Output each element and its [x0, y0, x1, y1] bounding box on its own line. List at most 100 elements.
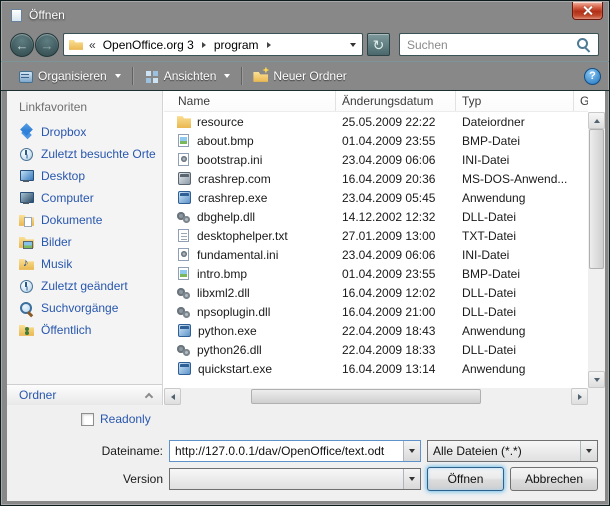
column-header-name[interactable]: Name: [164, 91, 336, 111]
horizontal-scrollbar[interactable]: [164, 388, 588, 405]
scroll-left-button[interactable]: [164, 388, 181, 405]
arrow-left-icon: [171, 394, 175, 400]
file-date: 23.04.2009 06:06: [336, 248, 456, 262]
sidebar-item-icon: [19, 147, 34, 162]
back-button[interactable]: ←: [10, 33, 34, 57]
file-name-cell: fundamental.ini: [164, 248, 336, 262]
filetype-dropdown-button[interactable]: [580, 441, 597, 461]
file-name: crashrep.com: [198, 172, 271, 186]
version-combobox[interactable]: [169, 468, 421, 490]
file-row[interactable]: desktophelper.txt 27.01.2009 13:00 TXT-D…: [164, 226, 588, 245]
scroll-up-button[interactable]: [588, 112, 605, 129]
sidebar-item-icon: [19, 257, 34, 272]
sidebar-item[interactable]: Zuletzt besuchte Orte: [7, 143, 162, 165]
file-date: 01.04.2009 23:55: [336, 134, 456, 148]
column-label: Typ: [462, 94, 481, 108]
open-button[interactable]: Öffnen: [427, 467, 504, 491]
sidebar-item[interactable]: Desktop: [7, 165, 162, 187]
file-type: DLL-Datei: [456, 343, 574, 357]
vertical-scroll-thumb[interactable]: [589, 129, 604, 269]
organize-icon: [18, 69, 33, 84]
file-row[interactable]: resource 25.05.2009 22:22 Dateiordner: [164, 112, 588, 131]
window-icon: [11, 9, 22, 22]
file-type: BMP-Datei: [456, 134, 574, 148]
file-row[interactable]: npsoplugin.dll 16.04.2009 21:00 DLL-Date…: [164, 302, 588, 321]
sidebar-item[interactable]: Musik: [7, 253, 162, 275]
readonly-checkbox[interactable]: [81, 413, 94, 426]
views-button[interactable]: Ansichten: [135, 65, 240, 87]
scroll-down-button[interactable]: [588, 371, 605, 388]
sidebar-item-label: Desktop: [41, 169, 85, 183]
sidebar-item[interactable]: Bilder: [7, 231, 162, 253]
help-button[interactable]: ?: [584, 68, 601, 85]
file-row[interactable]: python26.dll 22.04.2009 18:33 DLL-Datei: [164, 340, 588, 359]
chevron-right-icon[interactable]: [267, 42, 271, 48]
file-row[interactable]: python.exe 22.04.2009 18:43 Anwendung: [164, 321, 588, 340]
column-header-type[interactable]: Typ: [456, 91, 574, 111]
search-input[interactable]: [407, 38, 577, 52]
filename-combobox[interactable]: http://127.0.0.1/dav/OpenOffice/text.odt: [169, 440, 421, 462]
file-icon: [178, 267, 189, 280]
file-row[interactable]: dbghelp.dll 14.12.2002 12:32 DLL-Datei: [164, 207, 588, 226]
sidebar-item[interactable]: Computer: [7, 187, 162, 209]
file-name-cell: about.bmp: [164, 134, 336, 148]
file-rows: resource 25.05.2009 22:22 Dateiordner ab…: [164, 112, 588, 388]
forward-button[interactable]: →: [35, 33, 59, 57]
file-row[interactable]: fundamental.ini 23.04.2009 06:06 INI-Dat…: [164, 245, 588, 264]
file-row[interactable]: crashrep.com 16.04.2009 20:36 MS-DOS-Anw…: [164, 169, 588, 188]
close-icon: [583, 6, 592, 15]
arrow-down-icon: [594, 378, 600, 382]
filetype-combobox[interactable]: Alle Dateien (*.*): [427, 440, 598, 462]
file-name-cell: intro.bmp: [164, 267, 336, 281]
file-row[interactable]: bootstrap.ini 23.04.2009 06:06 INI-Datei: [164, 150, 588, 169]
filename-dropdown-button[interactable]: [403, 441, 420, 461]
sidebar-item[interactable]: Zuletzt geändert: [7, 275, 162, 297]
version-dropdown-button[interactable]: [403, 469, 420, 489]
toolbar-separator: [241, 67, 242, 85]
views-icon: [144, 69, 159, 84]
cancel-button[interactable]: Abbrechen: [510, 467, 598, 491]
titlebar[interactable]: Öffnen: [1, 1, 609, 29]
filename-value[interactable]: http://127.0.0.1/dav/OpenOffice/text.odt: [170, 444, 403, 458]
breadcrumb-overflow[interactable]: «: [83, 38, 100, 52]
file-row[interactable]: libxml2.dll 16.04.2009 12:02 DLL-Datei: [164, 283, 588, 302]
file-icon: [178, 324, 191, 337]
scroll-right-button[interactable]: [571, 388, 588, 405]
sidebar-item-icon: [19, 125, 34, 140]
file-name: resource: [197, 115, 244, 129]
readonly-option: Readonly: [81, 412, 151, 426]
file-row[interactable]: quickstart.exe 16.04.2009 13:14 Anwendun…: [164, 359, 588, 378]
breadcrumb-item-program[interactable]: program: [211, 38, 262, 52]
column-header-date[interactable]: Änderungsdatum: [336, 91, 456, 111]
sidebar-item[interactable]: Dokumente: [7, 209, 162, 231]
new-folder-label: Neuer Ordner: [273, 69, 346, 83]
breadcrumb-dropdown-button[interactable]: [344, 43, 362, 47]
sidebar-item[interactable]: Suchvorgänge: [7, 297, 162, 319]
sidebar-item[interactable]: Öffentlich: [7, 319, 162, 341]
column-label: Änderungsdatum: [342, 94, 433, 108]
file-type: BMP-Datei: [456, 267, 574, 281]
chevron-right-icon[interactable]: [202, 42, 206, 48]
file-type: Anwendung: [456, 191, 574, 205]
vertical-scrollbar[interactable]: [588, 112, 605, 388]
navigation-bar: ← → « OpenOffice.org 3 program ↻: [1, 29, 609, 61]
folders-toggle[interactable]: Ordner: [7, 384, 162, 405]
file-row[interactable]: crashrep.exe 23.04.2009 05:45 Anwendung: [164, 188, 588, 207]
file-name-cell: python.exe: [164, 324, 336, 338]
sidebar-item[interactable]: Dropbox: [7, 121, 162, 143]
folder-icon: [69, 39, 83, 51]
close-button[interactable]: [572, 2, 603, 20]
file-name: npsoplugin.dll: [197, 305, 270, 319]
file-name: bootstrap.ini: [197, 153, 262, 167]
file-date: 27.01.2009 13:00: [336, 229, 456, 243]
horizontal-scroll-thumb[interactable]: [251, 389, 481, 404]
file-row[interactable]: about.bmp 01.04.2009 23:55 BMP-Datei: [164, 131, 588, 150]
new-folder-button[interactable]: Neuer Ordner: [244, 65, 355, 87]
organize-button[interactable]: Organisieren: [9, 65, 130, 87]
column-header-size[interactable]: G: [574, 91, 588, 111]
breadcrumb-item-openoffice[interactable]: OpenOffice.org 3: [100, 38, 197, 52]
file-name-cell: libxml2.dll: [164, 286, 336, 300]
search-icon[interactable]: [577, 38, 591, 52]
refresh-button[interactable]: ↻: [367, 33, 390, 56]
file-row[interactable]: intro.bmp 01.04.2009 23:55 BMP-Datei: [164, 264, 588, 283]
